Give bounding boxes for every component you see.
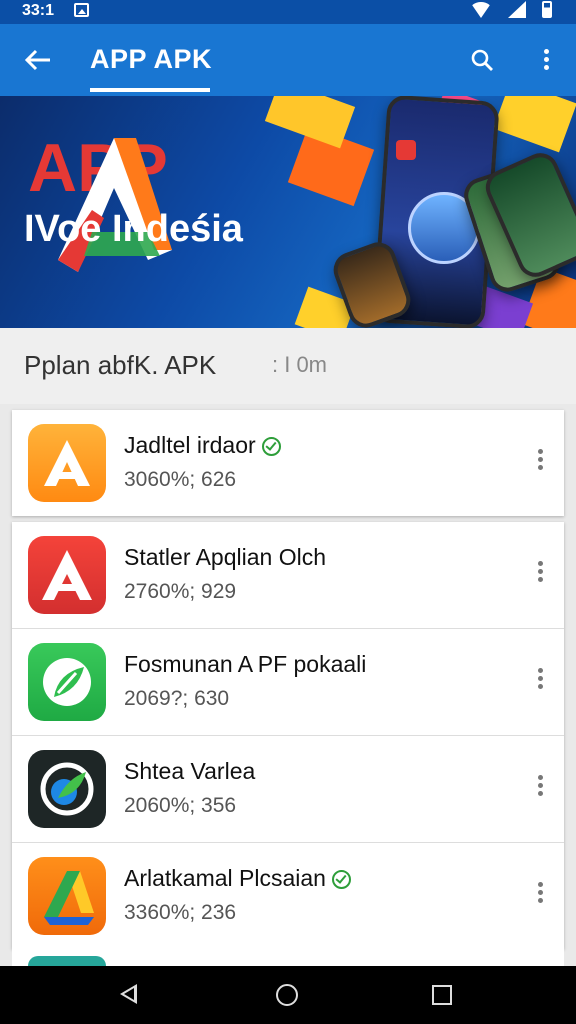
dark-globe-app-icon xyxy=(28,750,106,828)
more-vert-icon[interactable] xyxy=(534,558,546,592)
app-list-item[interactable]: Jadltel irdaor 3060%; 626 xyxy=(12,410,564,516)
app-meta: 2760%; 929 xyxy=(124,580,237,603)
app-meta: 2069?; 630 xyxy=(124,687,230,710)
drive-app-icon xyxy=(28,857,106,935)
status-time: 33:1 xyxy=(22,2,55,19)
app-list-item[interactable]: Arlatkamal Plcsaian 3360%; 236 xyxy=(12,843,564,949)
featured-app-card: Jadltel irdaor 3060%; 626 xyxy=(12,410,564,516)
app-name: Statler Apqlian Olch xyxy=(124,544,327,570)
banner-subtitle: IVoe Indeśia xyxy=(24,208,243,250)
app-list-item[interactable]: Shtea Varlea 2060%; 356 xyxy=(12,736,564,843)
app-name: Fosmunan A PF pokaali xyxy=(124,651,367,677)
section-title: Pplan abfK. APK xyxy=(24,350,217,380)
red-a-app-icon xyxy=(28,536,106,614)
app-list-item[interactable]: Statler Apqlian Olch 2760%; 929 xyxy=(12,522,564,629)
system-nav-bar xyxy=(0,966,576,1024)
nav-home-icon[interactable] xyxy=(276,984,298,1006)
signal-icon xyxy=(508,1,526,18)
search-icon[interactable] xyxy=(470,48,494,72)
app-list-item[interactable]: Fosmunan A PF pokaali 2069?; 630 xyxy=(12,629,564,736)
tab-indicator xyxy=(90,88,210,92)
more-vert-icon[interactable] xyxy=(534,46,558,76)
green-leaf-app-icon xyxy=(28,643,106,721)
app-name-text: Jadltel irdaor xyxy=(124,432,256,458)
more-vert-icon[interactable] xyxy=(534,879,546,913)
image-notification-icon xyxy=(74,3,89,17)
nav-recent-icon[interactable] xyxy=(432,985,452,1005)
status-icons xyxy=(470,1,552,18)
verified-check-icon xyxy=(261,437,281,457)
peek-app-icon xyxy=(28,956,106,966)
app-list: Statler Apqlian Olch 2760%; 929 Fosmunan… xyxy=(12,522,564,949)
app-meta: 2060%; 356 xyxy=(124,794,237,817)
app-name-text: Arlatkamal Plcsaian xyxy=(124,865,326,891)
app-bar: APP APK xyxy=(0,24,576,96)
back-arrow-icon[interactable] xyxy=(22,46,54,74)
app-name: Jadltel irdaor xyxy=(124,432,281,459)
hero-banner[interactable]: APP IVoe Indeśia xyxy=(0,96,576,328)
wifi-icon xyxy=(470,1,492,18)
battery-icon xyxy=(542,1,552,18)
more-vert-icon[interactable] xyxy=(534,446,546,480)
page-title: APP APK xyxy=(90,44,213,74)
orange-a-app-icon xyxy=(28,424,106,502)
app-name: Arlatkamal Plcsaian xyxy=(124,865,351,892)
more-vert-icon[interactable] xyxy=(534,665,546,699)
section-header: Pplan abfK. APK : I 0m xyxy=(0,328,576,404)
more-vert-icon[interactable] xyxy=(534,772,546,806)
verified-check-icon xyxy=(331,870,351,890)
app-badge-icon xyxy=(396,140,416,160)
nav-back-icon[interactable] xyxy=(120,984,137,1004)
app-name: Shtea Varlea xyxy=(124,758,256,784)
app-meta: 3060%; 626 xyxy=(124,468,237,491)
status-bar: 33:1 xyxy=(0,0,576,24)
decorative-cube xyxy=(493,96,576,153)
app-meta: 3360%; 236 xyxy=(124,901,237,924)
app-logo-icon xyxy=(58,138,172,272)
section-meta: : I 0m xyxy=(272,352,328,377)
